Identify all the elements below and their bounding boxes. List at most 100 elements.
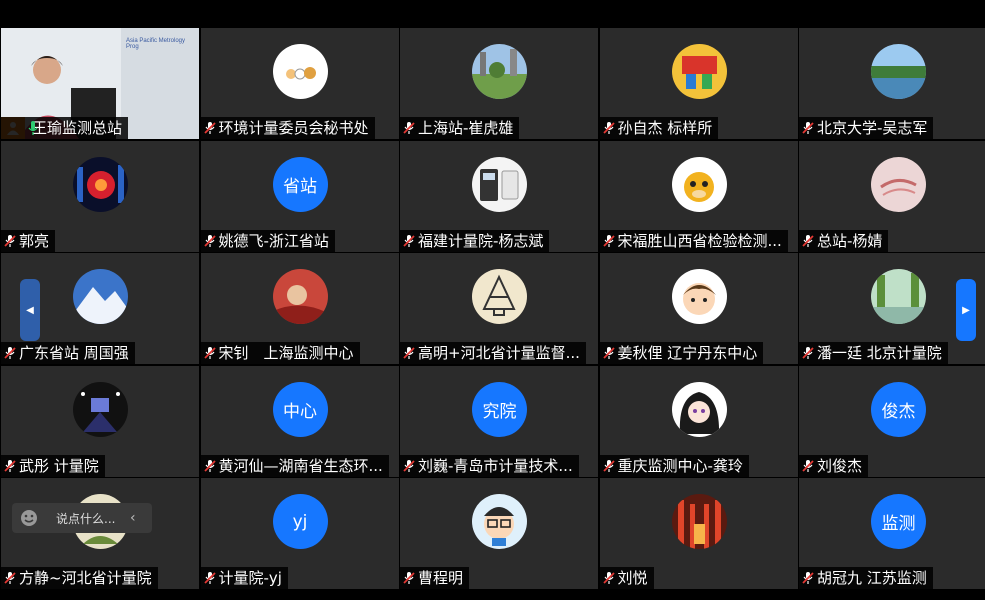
participant-name: 宋福胜山西省检验检测... xyxy=(617,231,782,250)
participant-tile[interactable]: 省站 姚德飞-浙江省站 xyxy=(200,140,399,252)
tower-sketch-avatar xyxy=(472,269,527,324)
participant-name-label: 潘一廷 北京计量院 xyxy=(799,342,948,364)
collapse-chevron-icon[interactable]: ‹ xyxy=(130,510,136,526)
emoji-icon[interactable] xyxy=(20,509,38,527)
participant-name: 福建计量院-杨志斌 xyxy=(418,231,544,250)
muted-mic-icon xyxy=(203,572,216,584)
muted-mic-icon xyxy=(602,234,615,247)
muted-mic-icon xyxy=(403,572,415,584)
participant-name-label: 曹程明 xyxy=(400,567,470,589)
participant-name: 黄河仙—湖南省生态环... xyxy=(218,456,383,475)
participant-tile[interactable]: 福建计量院-杨志斌 xyxy=(400,140,598,252)
video-banner-text: Asia Pacific Metrology Prog xyxy=(126,38,186,50)
participant-name: 计量院-yj xyxy=(218,569,282,587)
participant-name-label: 重庆监测中心-龚玲 xyxy=(599,454,749,477)
avatar: 监测 xyxy=(871,494,926,549)
participant-name: 潘一廷 北京计量院 xyxy=(817,344,942,362)
participant-tile[interactable]: 宋钊 上海监测中心 xyxy=(200,253,399,364)
chevron-right-icon: ▶ xyxy=(962,304,970,316)
prev-page-button[interactable]: ◀ xyxy=(20,279,40,341)
participant-name-label: 总站-杨婧 xyxy=(799,229,889,252)
participant-name: 曹程明 xyxy=(418,569,464,587)
participant-name-label: 宋钊 上海监测中心 xyxy=(200,342,360,364)
participant-tile[interactable]: 刘悦 xyxy=(599,478,798,589)
participant-tile[interactable]: 方静~河北省计量院 xyxy=(1,478,199,589)
participant-tile[interactable]: 重庆监测中心-龚玲 xyxy=(599,365,798,477)
participant-name-label: 王瑜监测总站 xyxy=(1,117,129,139)
participant-name-label: 姜秋俚 辽宁丹东中心 xyxy=(599,342,764,364)
participant-tile[interactable]: 中心黄河仙—湖南省生态环... xyxy=(200,365,399,477)
participant-name-label: 刘悦 xyxy=(599,567,654,589)
participant-name-label: 宋福胜山西省检验检测... xyxy=(599,229,788,252)
participant-tile[interactable]: 监测胡冠九 江苏监测 xyxy=(799,478,985,589)
participant-tile[interactable]: yj 计量院-yj xyxy=(200,478,399,589)
participant-name-label: 武彤 计量院 xyxy=(1,454,105,477)
participant-name-label: 孙自杰 标样所 xyxy=(599,117,719,139)
participant-name-label: 刘巍-青岛市计量技术... xyxy=(400,454,579,477)
muted-mic-icon xyxy=(4,572,16,584)
participant-tile[interactable]: 郭亮 xyxy=(1,140,199,252)
muted-mic-icon xyxy=(602,459,615,472)
participant-tile[interactable]: 宋福胜山西省检验检测... xyxy=(599,140,798,252)
red-fabric-avatar xyxy=(272,269,328,324)
participant-name-label: 福建计量院-杨志斌 xyxy=(400,229,550,252)
participant-tile[interactable]: 环境计量委员会秘书处 xyxy=(200,28,399,139)
participant-name: 方静~河北省计量院 xyxy=(19,569,152,587)
participant-tile[interactable]: 武彤 计量院 xyxy=(1,365,199,477)
participant-name-label: 郭亮 xyxy=(1,229,56,252)
muted-mic-icon xyxy=(403,234,415,247)
torii-gates-avatar xyxy=(671,494,727,549)
muted-mic-icon xyxy=(602,572,615,584)
cartoon-glasses-avatar xyxy=(472,494,527,549)
participant-tile[interactable]: 北京大学-吴志军 xyxy=(799,28,985,139)
muted-mic-icon xyxy=(602,122,615,134)
muted-mic-icon xyxy=(802,572,814,584)
muted-mic-icon xyxy=(203,122,216,134)
muted-mic-icon xyxy=(802,347,814,359)
participant-tile[interactable]: 上海站-崔虎雄 xyxy=(400,28,598,139)
cartoon-boy-avatar xyxy=(671,269,727,324)
muted-mic-icon xyxy=(802,459,814,472)
participant-name: 刘悦 xyxy=(617,569,648,587)
park-trees-avatar xyxy=(472,44,527,99)
participant-tile[interactable]: 曹程明 xyxy=(400,478,598,589)
stage-lights-avatar xyxy=(73,381,128,437)
participant-tile[interactable]: Asia Pacific Metrology Prog 王瑜监测总站 xyxy=(1,28,199,139)
participant-tile[interactable]: 高明+河北省计量监督... xyxy=(400,253,598,364)
muted-mic-icon xyxy=(403,459,415,472)
avatar: yj xyxy=(272,494,328,549)
snow-mountain-avatar xyxy=(73,269,128,324)
participant-name-label: 黄河仙—湖南省生态环... xyxy=(200,454,389,477)
participant-name: 武彤 计量院 xyxy=(19,456,99,475)
participant-name-label: 方静~河北省计量院 xyxy=(1,567,158,589)
muted-mic-icon xyxy=(4,347,16,359)
participant-tile[interactable]: 孙自杰 标样所 xyxy=(599,28,798,139)
devices-avatar xyxy=(472,156,527,212)
avatar: 俊杰 xyxy=(871,381,926,437)
participant-name-label: 广东省站 周国强 xyxy=(1,342,135,364)
chat-input-bar[interactable]: 说点什么... ‹ xyxy=(12,503,152,533)
lake-landscape-avatar xyxy=(871,44,926,99)
chat-placeholder[interactable]: 说点什么... xyxy=(56,510,120,527)
next-page-button[interactable]: ▶ xyxy=(956,279,976,341)
participant-name: 姜秋俚 辽宁丹东中心 xyxy=(617,344,758,362)
participant-tile[interactable]: 姜秋俚 辽宁丹东中心 xyxy=(599,253,798,364)
cartoon-figures-avatar xyxy=(272,44,328,99)
participant-name: 胡冠九 江苏监测 xyxy=(817,569,927,587)
participant-name: 广东省站 周国强 xyxy=(19,344,129,362)
muted-mic-icon xyxy=(203,234,216,247)
muted-mic-icon xyxy=(4,459,16,472)
mic-on-icon xyxy=(28,121,38,135)
avatar: 中心 xyxy=(272,381,328,437)
muted-mic-icon xyxy=(802,122,814,134)
participant-name: 王瑜监测总站 xyxy=(32,119,123,137)
participant-tile[interactable]: 总站-杨婧 xyxy=(799,140,985,252)
participant-name-label: 上海站-崔虎雄 xyxy=(400,117,520,139)
participant-name-label: 北京大学-吴志军 xyxy=(799,117,934,139)
participant-tile[interactable]: 俊杰 刘俊杰 xyxy=(799,365,985,477)
muted-mic-icon xyxy=(602,347,615,359)
participant-name: 高明+河北省计量监督... xyxy=(418,344,580,362)
colorful-festival-avatar xyxy=(671,44,727,99)
participant-tile[interactable]: 究院 刘巍-青岛市计量技术... xyxy=(400,365,598,477)
participant-name-label: 姚德飞-浙江省站 xyxy=(200,229,335,252)
